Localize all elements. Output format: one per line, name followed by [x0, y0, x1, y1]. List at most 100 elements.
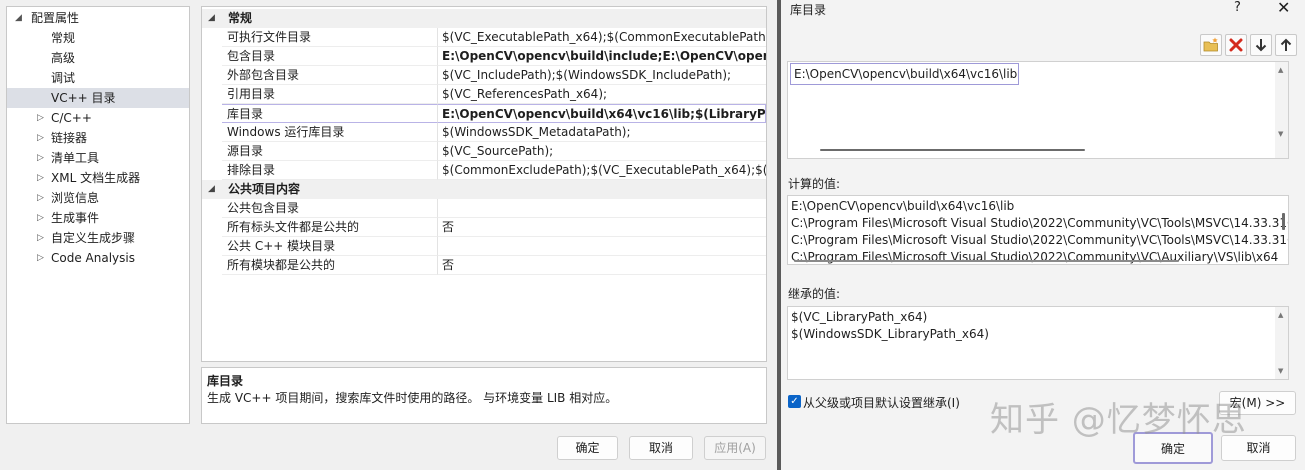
- inherited-list-vertical-scrollbar[interactable]: ▲ ▼: [1275, 307, 1288, 379]
- edit-list-horizontal-scrollbar[interactable]: [820, 149, 1085, 151]
- grid-row[interactable]: 源目录 $(VC_SourcePath);: [202, 142, 766, 161]
- tree-item-label: XML 文档生成器: [51, 171, 141, 185]
- expand-triangle-icon[interactable]: ▷: [37, 148, 44, 168]
- computed-values-label: 计算的值:: [788, 177, 841, 191]
- expand-triangle-icon[interactable]: ▷: [37, 168, 44, 188]
- property-name: 公共 C++ 模块目录: [222, 237, 438, 256]
- computed-values-list: E:\OpenCV\opencv\build\x64\vc16\lib C:\Pr…: [787, 195, 1289, 265]
- grid-row[interactable]: 公共包含目录: [202, 199, 766, 218]
- help-button[interactable]: ?: [1234, 0, 1241, 15]
- property-tree: ◢ 配置属性 常规 高级 调试 VC++ 目录 ▷ C/C++ ▷ 链接器 ▷ 清单工具 ▷ XML …: [6, 6, 190, 424]
- property-value[interactable]: 否: [438, 218, 766, 237]
- property-value[interactable]: 否: [438, 256, 766, 275]
- property-grid: ◢ 常规可执行文件目录 $(VC_ExecutablePath_x64);$(Com…: [201, 6, 767, 362]
- grid-category[interactable]: ◢ 常规: [202, 9, 766, 28]
- expand-triangle-icon[interactable]: ▷: [37, 188, 44, 208]
- watermark: 知乎 @忆梦怀思: [990, 400, 1247, 440]
- tree-item[interactable]: ▷ 自定义生成步骤: [7, 228, 189, 248]
- inherit-checkbox[interactable]: ✓: [788, 395, 801, 408]
- grid-row[interactable]: 排除目录 $(CommonExcludePath);$(VC_Executable…: [202, 161, 766, 180]
- collapse-triangle-icon[interactable]: ◢: [208, 180, 215, 199]
- inherit-checkbox-label[interactable]: 从父级或项目默认设置继承(I): [803, 394, 960, 411]
- property-value[interactable]: $(VC_IncludePath);$(WindowsSDK_IncludePa…: [438, 66, 766, 85]
- property-value[interactable]: $(VC_ExecutablePath_x64);$(CommonExecuta…: [438, 28, 766, 47]
- tree-item[interactable]: ▷ C/C++: [7, 108, 189, 128]
- grid-row[interactable]: 包含目录 E:\OpenCV\opencv\build\include;E:\Op…: [202, 47, 766, 66]
- tree-item[interactable]: ▷ 清单工具: [7, 148, 189, 168]
- ok-button[interactable]: 确定: [557, 436, 618, 460]
- expand-triangle-icon[interactable]: ▷: [37, 128, 44, 148]
- property-value[interactable]: [438, 237, 766, 256]
- move-up-button[interactable]: [1275, 34, 1297, 56]
- tree-item[interactable]: ▷ XML 文档生成器: [7, 168, 189, 188]
- grid-row[interactable]: 外部包含目录 $(VC_IncludePath);$(WindowsSDK_Inc…: [202, 66, 766, 85]
- property-name: 库目录: [222, 104, 438, 123]
- computed-value-line: C:\Program Files\Microsoft Visual Studio…: [791, 233, 1288, 247]
- property-name: 公共包含目录: [222, 199, 438, 218]
- grid-category[interactable]: ◢ 公共项目内容: [202, 180, 766, 199]
- new-line-button[interactable]: [1200, 34, 1222, 56]
- property-value[interactable]: [438, 199, 766, 218]
- expand-triangle-icon[interactable]: ▷: [37, 248, 44, 268]
- arrow-up-icon: [1280, 38, 1292, 51]
- tree-item-label: 高级: [51, 51, 76, 65]
- arrow-down-icon: [1255, 39, 1267, 52]
- category-label: 公共项目内容: [228, 182, 301, 196]
- dialog-title: 库目录: [790, 3, 827, 17]
- tree-root-config-properties[interactable]: ◢ 配置属性: [7, 8, 189, 28]
- grid-row[interactable]: 引用目录 $(VC_ReferencesPath_x64);: [202, 85, 766, 104]
- property-value[interactable]: $(CommonExcludePath);$(VC_ExecutablePath…: [438, 161, 766, 180]
- tree-item[interactable]: ▷ 链接器: [7, 128, 189, 148]
- expand-triangle-icon[interactable]: ▷: [37, 208, 44, 228]
- computed-value-line: C:\Program Files\Microsoft Visual Studio…: [791, 250, 1279, 264]
- property-value[interactable]: E:\OpenCV\opencv\build\include;E:\OpenCV…: [438, 47, 766, 66]
- grid-row[interactable]: 公共 C++ 模块目录: [202, 237, 766, 256]
- collapse-triangle-icon[interactable]: ◢: [15, 8, 22, 28]
- apply-button[interactable]: 应用(A): [704, 436, 766, 460]
- tree-item[interactable]: VC++ 目录: [7, 88, 189, 108]
- expand-triangle-icon[interactable]: ▷: [37, 228, 44, 248]
- collapse-triangle-icon[interactable]: ◢: [208, 9, 215, 28]
- category-label: 常规: [228, 11, 253, 25]
- edit-list-vertical-scrollbar[interactable]: ▲ ▼: [1275, 62, 1288, 158]
- grid-row[interactable]: 库目录 E:\OpenCV\opencv\build\x64\vc16\lib;$…: [202, 104, 766, 123]
- tree-item-label: 链接器: [51, 131, 88, 145]
- grid-row[interactable]: 所有模块都是公共的否: [202, 256, 766, 275]
- grid-row[interactable]: 可执行文件目录 $(VC_ExecutablePath_x64);$(Common…: [202, 28, 766, 47]
- tree-item[interactable]: ▷ 生成事件: [7, 208, 189, 228]
- property-value[interactable]: E:\OpenCV\opencv\build\x64\vc16\lib;$(Li…: [438, 104, 766, 123]
- expand-triangle-icon[interactable]: ▷: [37, 108, 44, 128]
- directory-edit-list[interactable]: E:\OpenCV\opencv\build\x64\vc16\lib ▲ ▼: [787, 61, 1289, 159]
- delete-line-button[interactable]: [1225, 34, 1247, 56]
- computed-value-line: C:\Program Files\Microsoft Visual Studio…: [791, 216, 1288, 230]
- grid-row[interactable]: Windows 运行库目录 $(WindowsSDK_MetadataPath);: [202, 123, 766, 142]
- description-title: 库目录: [207, 374, 244, 388]
- grid-row[interactable]: 所有标头文件都是公共的否: [202, 218, 766, 237]
- property-name: 外部包含目录: [222, 66, 438, 85]
- tree-item-label: 清单工具: [51, 151, 100, 165]
- tree-item-label: 调试: [51, 71, 76, 85]
- tree-item-label: 生成事件: [51, 211, 100, 225]
- property-name: 可执行文件目录: [222, 28, 438, 47]
- tree-item[interactable]: 高级: [7, 48, 189, 68]
- close-button[interactable]: ✕: [1277, 0, 1290, 17]
- property-value[interactable]: $(VC_ReferencesPath_x64);: [438, 85, 766, 104]
- property-value[interactable]: $(VC_SourcePath);: [438, 142, 766, 161]
- description-panel: 库目录 生成 VC++ 项目期间，搜索库文件时使用的路径。 与环境变量 LIB …: [201, 367, 767, 424]
- cancel-button[interactable]: 取消: [629, 436, 693, 460]
- tree-item[interactable]: 常规: [7, 28, 189, 48]
- inherited-values-list: ▲ ▼ $(VC_LibraryPath_x64) $(WindowsSDK_Li…: [787, 306, 1289, 380]
- tree-item[interactable]: 调试: [7, 68, 189, 88]
- tree-item[interactable]: ▷ Code Analysis: [7, 248, 189, 268]
- computed-list-vertical-scrollbar[interactable]: [1282, 213, 1285, 230]
- property-name: 排除目录: [222, 161, 438, 180]
- move-down-button[interactable]: [1250, 34, 1272, 56]
- tree-item[interactable]: ▷ 浏览信息: [7, 188, 189, 208]
- tree-item-label: 常规: [51, 31, 76, 45]
- tree-item-label: C/C++: [51, 111, 92, 125]
- directory-path-input[interactable]: E:\OpenCV\opencv\build\x64\vc16\lib: [790, 63, 1019, 85]
- tree-item-label: 浏览信息: [51, 191, 100, 205]
- computed-value-line: E:\OpenCV\opencv\build\x64\vc16\lib: [791, 199, 1015, 213]
- property-value[interactable]: $(WindowsSDK_MetadataPath);: [438, 123, 766, 142]
- computed-list-horizontal-scrollbar[interactable]: [794, 260, 1179, 262]
